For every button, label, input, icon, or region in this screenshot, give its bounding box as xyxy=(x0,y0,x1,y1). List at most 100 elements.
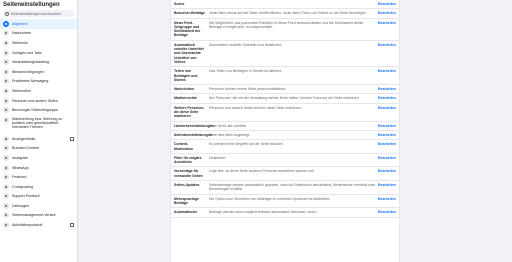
sidebar-item-icon xyxy=(3,145,9,152)
edit-link[interactable]: Bearbeiten xyxy=(378,96,396,100)
sidebar-item[interactable]: Branded Content xyxy=(0,144,77,154)
sidebar-item[interactable]: Erweitertes Messaging xyxy=(0,77,77,87)
sidebar-item-label: Nachrichten xyxy=(12,31,32,36)
sidebar-item-icon xyxy=(3,174,9,181)
edit-link[interactable]: Bearbeiten xyxy=(378,133,396,137)
sidebar-search-input[interactable]: Seiteneinstellungen durchsuchen xyxy=(3,10,74,17)
sidebar-item[interactable]: Instagram xyxy=(0,153,77,163)
setting-row: Filter für vulgäre Ausdrücke Deaktiviert B… xyxy=(171,154,399,168)
sidebar-item[interactable]: Seitenmanagement-Verlauf xyxy=(0,211,77,221)
sidebar-item-icon xyxy=(3,49,9,56)
sidebar-item-icon xyxy=(3,154,9,161)
setting-label: Teilen von Beiträgen und Stories xyxy=(174,69,198,82)
sidebar-item[interactable]: Wahlwerbung bzw. Werbung zu politisch od… xyxy=(0,115,77,134)
sidebar-item-label: Wahlwerbung bzw. Werbung zu politisch od… xyxy=(12,116,63,129)
setting-row: Automatisch erstellte Untertitel und übe… xyxy=(171,41,399,68)
setting-description: Seite ist für alle sichtbar. xyxy=(209,123,247,128)
sidebar-item[interactable]: Anzeigenlimits xyxy=(0,134,77,144)
external-link-icon xyxy=(70,136,74,141)
setting-label: Filter für vulgäre Ausdrücke xyxy=(174,155,202,165)
sidebar-item[interactable]: Nachrichten xyxy=(0,29,77,39)
edit-link[interactable]: Bearbeiten xyxy=(378,87,396,91)
sidebar-item-icon xyxy=(3,87,9,94)
sidebar-item-label: Support-Postfach xyxy=(12,194,40,199)
setting-row: News Feed-Zielgruppe und Sichtbarkeit de… xyxy=(171,19,399,41)
sidebar-item-label: Seitenmanagement-Verlauf xyxy=(12,213,56,218)
edit-link[interactable]: Bearbeiten xyxy=(378,69,396,82)
edit-link[interactable]: Bearbeiten xyxy=(378,169,396,178)
sidebar-item[interactable]: Personen und andere Seiten xyxy=(0,96,77,106)
sidebar-item[interactable]: Zahlungen xyxy=(0,201,77,211)
setting-row: Content-Moderation Es werden keine Begrif… xyxy=(171,140,399,154)
setting-description xyxy=(209,2,378,6)
edit-link[interactable]: Bearbeiten xyxy=(378,11,396,15)
sidebar-item[interactable]: Bevorzugte Seitenzielgruppe xyxy=(0,105,77,115)
sidebar-item-icon xyxy=(3,97,9,104)
sidebar-item-label: Bevorzugte Seitenzielgruppe xyxy=(12,108,58,113)
sidebar-item-icon xyxy=(3,39,9,46)
sidebar-item[interactable]: Vorlagen und Tabs xyxy=(0,48,77,58)
edit-link[interactable]: Bearbeiten xyxy=(378,197,396,206)
setting-description: Seite wird allen angezeigt. xyxy=(209,132,250,137)
sidebar-item-icon xyxy=(3,222,9,229)
sidebar-item-icon xyxy=(3,59,9,66)
sidebar-item[interactable]: Allgemein xyxy=(0,19,77,29)
sidebar-item-label: Veranstaltungsticketing xyxy=(12,60,49,65)
setting-row: Besucher-Beiträge Jeder kann etwas auf de… xyxy=(171,9,399,19)
sidebar-item[interactable]: Veranstaltungsticketing xyxy=(0,57,77,67)
setting-description: Lege fest, ob deine Seite anderen Person… xyxy=(209,169,315,174)
setting-label: Markierrechte xyxy=(174,96,197,101)
sidebar-item[interactable]: Aktivitätenprotokoll xyxy=(0,220,77,230)
sidebar-item-label: Vorlagen und Tabs xyxy=(12,50,42,55)
sidebar-item-label: Branded Content xyxy=(12,146,40,151)
setting-row: Weitere Personen, die diese Seite markie… xyxy=(171,104,399,122)
sidebar-item[interactable]: Support-Postfach xyxy=(0,192,77,202)
edit-link[interactable]: Bearbeiten xyxy=(378,183,396,192)
edit-link[interactable]: Bearbeiten xyxy=(378,2,396,6)
sidebar-item-icon xyxy=(3,30,9,37)
setting-row: Altersbeschränkungen Seite wird allen ang… xyxy=(171,131,399,141)
edit-link[interactable]: Bearbeiten xyxy=(378,124,396,128)
setting-row: Länderbeschränkungen Seite ist für alle s… xyxy=(171,122,399,131)
sidebar-item[interactable]: Crossposting xyxy=(0,182,77,192)
sidebar-item[interactable]: WhatsApp xyxy=(0,163,77,173)
sidebar-item[interactable]: Benachrichtigungen xyxy=(0,67,77,77)
setting-label: Mehrsprachige Beiträge xyxy=(174,196,199,205)
setting-label: Vorschläge für verwandte Seiten xyxy=(174,169,203,178)
sidebar-item-icon xyxy=(3,164,9,171)
sidebar-item-icon xyxy=(3,193,9,200)
setting-label: Automatische xyxy=(174,210,198,215)
sidebar-item-icon xyxy=(3,135,9,142)
sidebar-item-icon xyxy=(3,78,9,85)
setting-description: Die Option zum Schreiben von Beiträgen i… xyxy=(209,196,331,201)
setting-description: Personen können meine Seite privat konta… xyxy=(209,87,287,92)
sidebar-item-label: Crossposting xyxy=(12,184,33,189)
sidebar-item[interactable]: Featured xyxy=(0,172,77,182)
sidebar-item[interactable]: Seitenrollen xyxy=(0,86,77,96)
setting-description: Beiträge werden wenn möglich/relevant au… xyxy=(209,210,319,215)
setting-description: Die Möglichkeit, das potenzielle Publiku… xyxy=(209,20,364,29)
search-placeholder: Seiteneinstellungen durchsuchen xyxy=(11,11,61,16)
setting-row: Teilen von Beiträgen und Stories Das Teil… xyxy=(171,67,399,86)
setting-description: Seitenbeiträge werden automatisch gepost… xyxy=(209,183,376,192)
setting-description: Personen und andere Seiten können diese … xyxy=(209,105,302,110)
setting-label: Seiten-Updates xyxy=(174,183,200,188)
setting-description: Jeder kann etwas auf der Seite veröffent… xyxy=(209,11,368,16)
sidebar-item[interactable]: Seiteninfo xyxy=(0,38,77,48)
edit-link[interactable]: Bearbeiten xyxy=(378,210,396,214)
edit-link[interactable]: Bearbeiten xyxy=(378,142,396,151)
setting-label: Content-Moderation xyxy=(174,142,193,151)
sidebar-item-label: WhatsApp xyxy=(12,165,29,170)
sidebar-item-label: Benachrichtigungen xyxy=(12,69,44,74)
settings-sidebar: Seiteneinstellungen Seiteneinstellungen … xyxy=(0,0,78,262)
edit-link[interactable]: Bearbeiten xyxy=(378,156,396,165)
sidebar-item-icon xyxy=(3,116,9,123)
sidebar-item-label: Aktivitätenprotokoll xyxy=(12,223,43,228)
sidebar-item-label: Allgemein xyxy=(12,21,28,26)
sidebar-title: Seiteneinstellungen xyxy=(3,2,60,8)
sidebar-item-label: Instagram xyxy=(12,155,28,160)
edit-link[interactable]: Bearbeiten xyxy=(378,106,396,119)
sidebar-item-label: Erweitertes Messaging xyxy=(12,79,49,84)
edit-link[interactable]: Bearbeiten xyxy=(378,21,396,38)
edit-link[interactable]: Bearbeiten xyxy=(378,43,396,64)
